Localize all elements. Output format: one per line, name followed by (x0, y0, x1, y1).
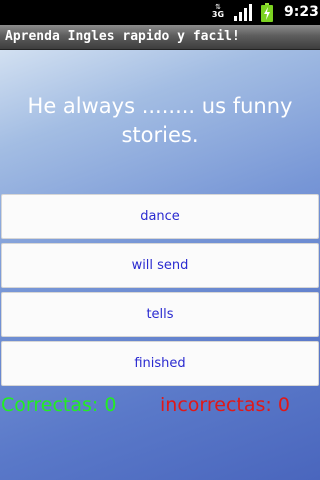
app-title: Aprenda Ingles rapido y facil! (5, 29, 240, 44)
question-text: He always ........ us funny stories. (27, 94, 293, 147)
answer-button-3[interactable]: tells (1, 292, 319, 337)
answer-button-4[interactable]: finished (1, 341, 319, 386)
app-title-bar: Aprenda Ingles rapido y facil! (0, 25, 320, 50)
correct-score: Correctas: 0 (1, 394, 117, 416)
data-3g-icon: ⇅ 3G (211, 3, 225, 21)
answer-button-2[interactable]: will send (1, 243, 319, 288)
status-bar: ⇅ 3G 9:23 (0, 0, 320, 25)
status-clock: 9:23 (284, 4, 319, 20)
network-type-label: 3G (211, 10, 225, 19)
quiz-content: He always ........ us funny stories. dan… (0, 50, 320, 480)
answer-button-1[interactable]: dance (1, 194, 319, 239)
incorrect-score: incorrectas: 0 (160, 394, 290, 416)
signal-bars-icon (234, 4, 252, 21)
battery-charging-icon (261, 3, 273, 22)
